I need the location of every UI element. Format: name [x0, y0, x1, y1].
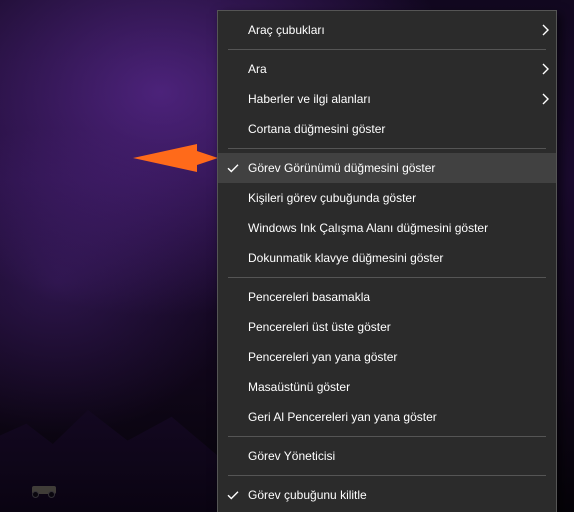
menu-item-pencereleri-yan-yana-g-ster[interactable]: Pencereleri yan yana göster: [218, 342, 556, 372]
menu-item-masa-st-n-g-ster[interactable]: Masaüstünü göster: [218, 372, 556, 402]
menu-item-label: Haberler ve ilgi alanları: [248, 92, 534, 106]
checkmark-icon: [218, 161, 248, 175]
menu-separator: [228, 436, 546, 437]
menu-item-label: Pencereleri basamakla: [248, 290, 556, 304]
menu-item-label: Masaüstünü göster: [248, 380, 556, 394]
menu-item-geri-al-pencereleri-yan-yana-g-ster[interactable]: Geri Al Pencereleri yan yana göster: [218, 402, 556, 432]
menu-item-label: Windows Ink Çalışma Alanı düğmesini göst…: [248, 221, 556, 235]
menu-item-ki-ileri-g-rev-ubu-unda-g-ster[interactable]: Kişileri görev çubuğunda göster: [218, 183, 556, 213]
menu-item-ara[interactable]: Ara: [218, 54, 556, 84]
chevron-right-icon: [534, 24, 556, 36]
checkmark-icon: [218, 488, 248, 502]
menu-item-pencereleri-basamakla[interactable]: Pencereleri basamakla: [218, 282, 556, 312]
menu-item-g-rev-ubu-unu-kilitle[interactable]: Görev çubuğunu kilitle: [218, 480, 556, 510]
menu-item-label: Görev çubuğunu kilitle: [248, 488, 556, 502]
menu-item-g-rev-y-neticisi[interactable]: Görev Yöneticisi: [218, 441, 556, 471]
menu-item-cortana-d-mesini-g-ster[interactable]: Cortana düğmesini göster: [218, 114, 556, 144]
menu-item-label: Araç çubukları: [248, 23, 534, 37]
menu-item-haberler-ve-ilgi-alanlar[interactable]: Haberler ve ilgi alanları: [218, 84, 556, 114]
menu-item-ara-ubuklar[interactable]: Araç çubukları: [218, 15, 556, 45]
menu-separator: [228, 277, 546, 278]
menu-item-label: Görev Görünümü düğmesini göster: [248, 161, 556, 175]
menu-item-label: Cortana düğmesini göster: [248, 122, 556, 136]
menu-item-label: Geri Al Pencereleri yan yana göster: [248, 410, 556, 424]
menu-item-label: Pencereleri üst üste göster: [248, 320, 556, 334]
menu-item-dokunmatik-klavye-d-mesini-g-ster[interactable]: Dokunmatik klavye düğmesini göster: [218, 243, 556, 273]
menu-separator: [228, 49, 546, 50]
menu-separator: [228, 148, 546, 149]
menu-item-label: Pencereleri yan yana göster: [248, 350, 556, 364]
chevron-right-icon: [534, 93, 556, 105]
menu-item-label: Kişileri görev çubuğunda göster: [248, 191, 556, 205]
taskbar-context-menu: Araç çubukları Ara Haberler ve ilgi alanla…: [217, 10, 557, 512]
menu-item-pencereleri-st-ste-g-ster[interactable]: Pencereleri üst üste göster: [218, 312, 556, 342]
menu-separator: [228, 475, 546, 476]
menu-item-label: Dokunmatik klavye düğmesini göster: [248, 251, 556, 265]
menu-item-windows-ink-al-ma-alan-d-mesini-g-ster[interactable]: Windows Ink Çalışma Alanı düğmesini göst…: [218, 213, 556, 243]
chevron-right-icon: [534, 63, 556, 75]
wallpaper-car: [28, 480, 62, 498]
menu-item-label: Görev Yöneticisi: [248, 449, 556, 463]
menu-item-label: Ara: [248, 62, 534, 76]
menu-item-g-rev-g-r-n-m-d-mesini-g-ster[interactable]: Görev Görünümü düğmesini göster: [218, 153, 556, 183]
